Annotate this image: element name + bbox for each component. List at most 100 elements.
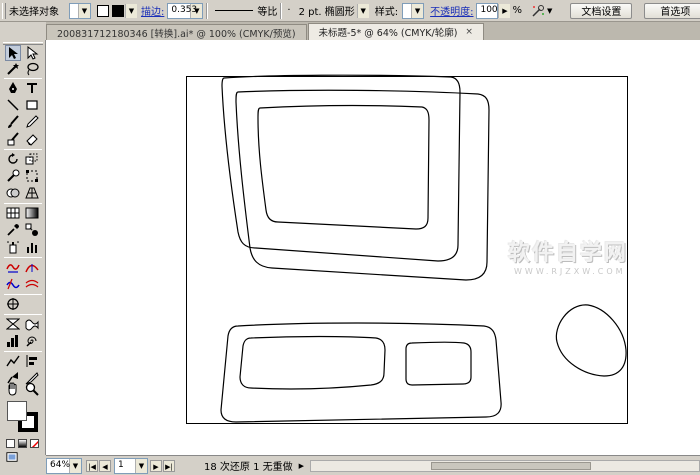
graphic-style-dropdown[interactable]: ▼ <box>402 2 425 19</box>
divider <box>4 314 42 315</box>
artboard-number-field[interactable]: 1 ▼ <box>114 457 148 474</box>
line-segment-tool-icon[interactable] <box>5 97 21 113</box>
hand-tool-icon[interactable] <box>5 381 21 397</box>
previous-artboard-icon[interactable]: ◀ <box>99 459 111 472</box>
chevron-down-icon: ▼ <box>411 3 424 18</box>
chevron-down-icon: ▼ <box>78 3 90 18</box>
free-transform-tool-icon[interactable] <box>24 168 40 184</box>
recolor-artwork-icon[interactable] <box>530 3 546 19</box>
mesh-tool-icon[interactable] <box>5 205 21 221</box>
profile-label[interactable]: 等比 <box>257 3 277 18</box>
chevron-down-icon: ▼ <box>125 3 137 18</box>
rotate-tool-icon[interactable] <box>5 151 21 167</box>
selection-tool-icon[interactable] <box>5 45 21 61</box>
document-canvas[interactable]: 软件自学网 WWW.RJZXW.COM <box>46 40 700 455</box>
preferences-button[interactable]: 首选项 <box>644 2 700 19</box>
keyboard-left-key-outline <box>239 335 386 390</box>
control-bar: 未选择对象 ▼ ▼ 描边: 0.353 ▼ 等比 · 2 pt. 椭圆形 ▼ 样式… <box>0 0 700 22</box>
eraser-tool-icon[interactable] <box>24 131 40 147</box>
divider <box>4 257 42 258</box>
tab-label: 未标题-5* @ 64% (CMYK/轮廓) <box>318 28 458 39</box>
direct-selection-tool-icon[interactable] <box>24 45 40 61</box>
rectangle-tool-icon[interactable] <box>24 97 40 113</box>
screen-mode-icon[interactable] <box>6 451 18 463</box>
style-label: 样式: <box>374 7 399 18</box>
type-tool-icon[interactable] <box>24 80 40 96</box>
pencil-tool-icon[interactable] <box>24 114 40 130</box>
fill-color-dropdown[interactable]: ▼ <box>69 2 91 19</box>
tools-panel <box>0 40 46 462</box>
divider <box>4 149 42 150</box>
hourglass-tool-icon[interactable] <box>5 316 21 332</box>
wave-tool-icon[interactable] <box>24 316 40 332</box>
watermark: 软件自学网 WWW.RJZXW.COM <box>508 235 658 276</box>
blob-brush-tool-icon[interactable] <box>5 131 21 147</box>
bar-graph-icon[interactable] <box>5 333 21 349</box>
warp-tool-icon[interactable] <box>5 168 21 184</box>
gradient-tool-icon[interactable] <box>24 205 40 221</box>
opacity-label[interactable]: 不透明度: <box>430 3 473 18</box>
reshape-tool-icon[interactable] <box>24 259 40 275</box>
opacity-field[interactable]: 100 <box>476 2 499 19</box>
line-graph-icon[interactable] <box>5 353 21 369</box>
lasso-tool-icon[interactable] <box>24 61 40 77</box>
monitor-middle-outline <box>235 89 490 281</box>
none-mode-button[interactable] <box>30 439 39 448</box>
artboard-navigation-next: ▶ ▶| <box>150 459 176 472</box>
color-mode-button[interactable] <box>6 439 15 448</box>
last-artboard-icon[interactable]: ▶| <box>163 459 175 472</box>
zoom-dropdown[interactable]: 64% ▼ <box>46 457 82 474</box>
eyedropper-tool-icon[interactable] <box>5 222 21 238</box>
stroke-color-dropdown[interactable]: ▼ <box>125 3 137 19</box>
brush-definition[interactable]: 2 pt. 椭圆形 <box>299 3 355 18</box>
opacity-dropdown[interactable]: ▶ <box>498 3 511 19</box>
watermark-url: WWW.RJZXW.COM <box>514 267 626 276</box>
horizontal-scrollbar[interactable] <box>310 460 700 472</box>
twirl-tool-icon[interactable] <box>24 333 40 349</box>
pen-tool-icon[interactable] <box>5 80 21 96</box>
tab-label: 2008317121803​46 [转换].ai* @ 100% (CMYK/预… <box>57 28 296 40</box>
divider <box>4 294 42 295</box>
divider <box>4 78 42 79</box>
next-artboard-icon[interactable]: ▶ <box>150 459 162 472</box>
smooth-tool-icon[interactable] <box>5 276 21 292</box>
fill-swatch[interactable] <box>97 4 109 17</box>
divider <box>206 2 209 19</box>
variable-width-profile-preview[interactable] <box>215 10 254 11</box>
tab-document-2[interactable]: 未标题-5* @ 64% (CMYK/轮廓) × <box>307 23 484 40</box>
chevron-down-icon: ▼ <box>69 458 81 473</box>
gradient-mode-button[interactable] <box>18 439 27 448</box>
path-eraser-tool-icon[interactable] <box>24 276 40 292</box>
width-tool-icon[interactable] <box>5 259 21 275</box>
first-artboard-icon[interactable]: |◀ <box>86 459 98 472</box>
monitor-screen-outline <box>257 105 430 230</box>
stroke-weight-field[interactable]: 0.353 ▼ <box>167 2 204 19</box>
divider <box>4 351 42 352</box>
perspective-grid-tool-icon[interactable] <box>24 185 40 201</box>
stroke-label[interactable]: 描边: <box>141 3 164 18</box>
symbol-sprayer-tool-icon[interactable] <box>5 239 21 255</box>
tab-document-1[interactable]: 2008317121803​46 [转换].ai* @ 100% (CMYK/预… <box>46 24 307 40</box>
shape-builder-tool-icon[interactable] <box>5 185 21 201</box>
document-setup-button[interactable]: 文档设置 <box>570 2 633 19</box>
scale-tool-icon[interactable] <box>24 151 40 167</box>
paintbrush-tool-icon[interactable] <box>5 114 21 130</box>
brush-dropdown[interactable]: ▼ <box>356 3 369 19</box>
close-icon[interactable]: × <box>465 27 473 37</box>
blend-tool-icon[interactable] <box>24 222 40 238</box>
keyboard-right-key-outline <box>405 341 472 386</box>
magic-wand-tool-icon[interactable] <box>5 61 21 77</box>
divider <box>4 203 42 204</box>
zoom-tool-icon[interactable] <box>24 381 40 397</box>
chevron-down-icon[interactable]: ▼ <box>547 7 552 15</box>
fill-color-box[interactable] <box>7 401 27 421</box>
column-graph-tool-icon[interactable] <box>24 239 40 255</box>
opacity-percent: % <box>512 5 522 16</box>
chevron-right-icon[interactable]: ▶ <box>299 462 304 470</box>
document-tabs: 2008317121803​46 [转换].ai* @ 100% (CMYK/预… <box>46 22 700 40</box>
crosshair-icon[interactable] <box>5 296 21 312</box>
stroke-swatch[interactable] <box>112 4 124 17</box>
control-bar-grip[interactable] <box>2 2 6 19</box>
scrollbar-thumb[interactable] <box>431 462 591 470</box>
align-icon[interactable] <box>24 353 40 369</box>
